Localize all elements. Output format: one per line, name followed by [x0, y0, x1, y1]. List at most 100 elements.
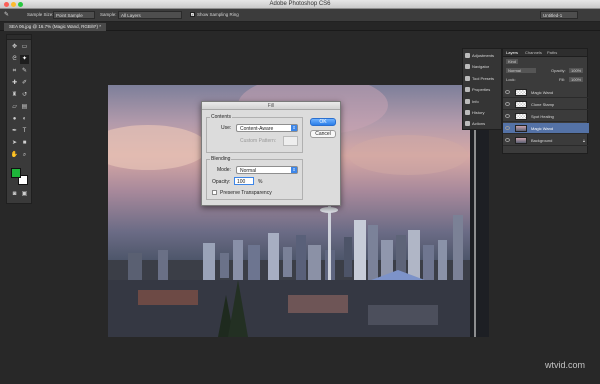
info-icon	[465, 99, 470, 105]
quick-mask-icon[interactable]: ◙	[10, 190, 19, 199]
eraser-tool-icon[interactable]: ▱	[10, 103, 19, 112]
crop-tool-icon[interactable]: ⌗	[10, 67, 19, 76]
use-label: Use:	[221, 125, 232, 131]
dock-item-navigator[interactable]: Navigator	[465, 64, 489, 73]
zoom-tool-icon[interactable]: ⌕	[20, 151, 29, 160]
move-tool-icon[interactable]: ✥	[10, 43, 19, 52]
lasso-tool-icon[interactable]: ᘓ	[10, 55, 19, 64]
foreground-color-swatch[interactable]	[11, 168, 21, 178]
layer-thumbnail	[515, 125, 527, 132]
layer-name: Spot Healing	[531, 114, 554, 119]
toolbox-header[interactable]	[7, 35, 31, 40]
dodge-tool-icon[interactable]: ◐	[20, 115, 29, 124]
tab-paths[interactable]: Paths	[547, 50, 557, 55]
eyedropper-tool-icon[interactable]: ✎	[4, 11, 9, 18]
mode-select[interactable]: Normal ⇕	[236, 166, 298, 174]
custom-pattern-picker[interactable]	[283, 136, 298, 146]
path-selection-tool-icon[interactable]: ➤	[10, 139, 19, 148]
layer-row[interactable]: Background 🔒︎	[503, 135, 589, 146]
magic-wand-tool-icon[interactable]: ✦	[20, 55, 29, 64]
eye-icon[interactable]	[505, 114, 510, 118]
spot-healing-tool-icon[interactable]: ✚	[10, 79, 19, 88]
sample-label: Sample:	[100, 12, 117, 17]
layer-row[interactable]: Spot Healing	[503, 111, 589, 122]
ok-button[interactable]: OK	[310, 118, 336, 126]
fill-label: Fill:	[559, 77, 566, 82]
shape-tool-icon[interactable]: ■	[20, 139, 29, 148]
dock-item-history[interactable]: History	[465, 110, 484, 119]
show-sampling-ring-label: Show Sampling Ring	[197, 12, 239, 17]
dialog-title[interactable]: Fill	[202, 102, 340, 110]
workspace-select[interactable]: Untitled-1	[540, 11, 578, 19]
layer-thumbnail	[515, 137, 527, 144]
dock-item-label: Adjustments	[472, 53, 495, 58]
eyedropper-icon[interactable]: ✎	[20, 67, 29, 76]
layer-name: Background	[531, 138, 553, 143]
filter-kind-select[interactable]: Kind	[506, 59, 519, 64]
eye-icon[interactable]	[505, 126, 510, 130]
dock-item-adjustments[interactable]: Adjustments	[465, 53, 494, 62]
pen-tool-icon[interactable]: ✒	[10, 127, 19, 136]
dock-item-actions[interactable]: Actions	[465, 121, 485, 130]
tab-layers[interactable]: Layers	[506, 50, 518, 55]
cancel-button[interactable]: Cancel	[310, 130, 336, 138]
opacity-label: Opacity:	[551, 68, 566, 73]
chevron-down-icon: ⇕	[291, 167, 297, 173]
eye-icon[interactable]	[505, 102, 510, 106]
sample-size-label: Sample Size:	[27, 12, 54, 17]
layer-name: Magic Wand	[531, 90, 554, 95]
opacity-unit: %	[258, 179, 263, 185]
screen-mode-icon[interactable]: ▣	[20, 190, 29, 199]
preserve-transparency-label: Preserve Transparency	[220, 190, 272, 196]
blend-mode-select[interactable]: Normal	[506, 68, 536, 73]
opacity-input[interactable]: 100	[234, 177, 254, 185]
layer-opacity-input[interactable]: 100%	[569, 68, 584, 73]
eye-icon[interactable]	[505, 90, 510, 94]
eye-icon[interactable]	[505, 138, 510, 142]
document-tab[interactable]: SEA 06.jpg @ 16.7% (Magic Wand, RGB/8*) …	[4, 23, 106, 31]
dock-item-info[interactable]: Info	[465, 99, 479, 108]
blending-label: Blending	[210, 156, 232, 162]
hand-tool-icon[interactable]: ✋	[10, 151, 19, 160]
title-bar: Adobe Photoshop CS6	[0, 0, 600, 9]
document-tab-bar: SEA 06.jpg @ 16.7% (Magic Wand, RGB/8*) …	[0, 22, 600, 31]
lock-label: Lock:	[506, 77, 516, 82]
opacity-label: Opacity:	[212, 179, 231, 185]
blur-tool-icon[interactable]: ●	[10, 115, 19, 124]
layer-row[interactable]: Clone Stamp	[503, 99, 589, 110]
dock-item-label: Tool Presets	[472, 76, 495, 81]
mode-label: Mode:	[217, 167, 231, 173]
sample-select[interactable]: All Layers	[118, 11, 182, 19]
layers-panel: Layers Channels Paths Kind Normal Opacit…	[502, 48, 589, 154]
tab-channels[interactable]: Channels	[525, 50, 542, 55]
options-bar: ✎ Sample Size: Point Sample Sample: All …	[0, 9, 600, 22]
blending-group: Blending Mode: Normal ⇕ Opacity: 100 % Pr…	[206, 156, 303, 200]
marquee-tool-icon[interactable]: ▭	[20, 43, 29, 52]
dock-item-properties[interactable]: Properties	[465, 87, 490, 96]
use-select-value: Content-Aware	[240, 126, 274, 132]
preserve-transparency-checkbox[interactable]	[212, 190, 217, 195]
actions-icon	[465, 121, 470, 127]
custom-pattern-label: Custom Pattern:	[240, 138, 277, 144]
type-tool-icon[interactable]: T	[20, 127, 29, 136]
brush-tool-icon[interactable]: ✐	[20, 79, 29, 88]
show-sampling-ring-checkbox[interactable]: ✓ Show Sampling Ring	[190, 12, 239, 18]
adjustments-icon	[465, 53, 470, 59]
dock-item-label: Info	[472, 99, 479, 104]
chevron-down-icon: ⇕	[291, 125, 297, 131]
layer-name: Magic Wand	[531, 126, 554, 131]
clone-stamp-tool-icon[interactable]: ♜	[10, 91, 19, 100]
checkbox-check-icon: ✓	[190, 12, 195, 18]
properties-icon	[465, 87, 470, 93]
panel-dock: Adjustments Navigator Tool Presets Prope…	[462, 48, 502, 130]
fill-input[interactable]: 100%	[569, 77, 584, 82]
dock-item-tool-presets[interactable]: Tool Presets	[465, 76, 494, 85]
layer-row-selected[interactable]: Magic Wand	[503, 123, 589, 134]
sample-size-select[interactable]: Point Sample	[53, 11, 95, 19]
use-select[interactable]: Content-Aware ⇕	[236, 124, 298, 132]
dock-item-label: Navigator	[472, 64, 490, 69]
gradient-tool-icon[interactable]: ▤	[20, 103, 29, 112]
layer-row[interactable]: Magic Wand	[503, 87, 589, 98]
history-icon	[465, 110, 470, 116]
history-brush-tool-icon[interactable]: ↺	[20, 91, 29, 100]
